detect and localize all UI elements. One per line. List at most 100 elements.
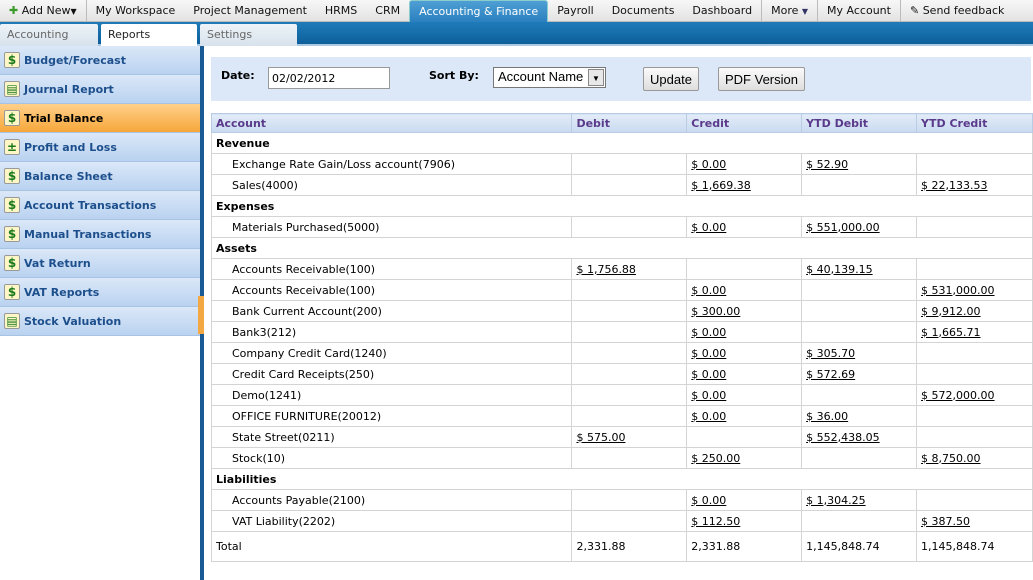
send-feedback-link[interactable]: ✎ Send feedback bbox=[899, 0, 1013, 22]
table-row: Exchange Rate Gain/Loss account(7906) $ 0… bbox=[210, 153, 1033, 175]
amount-link[interactable]: $ 0.00 bbox=[691, 494, 726, 507]
amount-link[interactable]: $ 112.50 bbox=[691, 515, 740, 528]
amount-cell: $ 551,000.00 bbox=[801, 216, 918, 238]
table-row: VAT Liability(2202) $ 112.50 $ 387.50 bbox=[210, 510, 1033, 532]
nav-payroll[interactable]: Payroll bbox=[548, 0, 603, 22]
amount-link[interactable]: $ 531,000.00 bbox=[921, 284, 994, 297]
amount-cell bbox=[571, 321, 688, 343]
amount-link[interactable]: $ 9,912.00 bbox=[921, 305, 980, 318]
nav-crm[interactable]: CRM bbox=[366, 0, 409, 22]
collapse-sidebar-handle[interactable] bbox=[198, 296, 204, 334]
amount-link[interactable]: $ 52.90 bbox=[806, 158, 848, 171]
amount-cell: $ 1,756.88 bbox=[571, 258, 688, 280]
table-row: Sales(4000) $ 1,669.38 $ 22,133.53 bbox=[210, 174, 1033, 196]
caret-down-icon: ▼ bbox=[70, 6, 77, 16]
amount-link[interactable]: $ 0.00 bbox=[691, 221, 726, 234]
amount-cell bbox=[801, 384, 918, 406]
sort-by-select[interactable]: Account Name ▼ bbox=[493, 67, 606, 88]
nav-accounting-finance[interactable]: Accounting & Finance bbox=[409, 0, 549, 22]
nav-project-management[interactable]: Project Management bbox=[184, 0, 316, 22]
amount-link[interactable]: $ 572.69 bbox=[806, 368, 855, 381]
amount-link[interactable]: $ 551,000.00 bbox=[806, 221, 879, 234]
tab-reports[interactable]: Reports bbox=[101, 24, 197, 46]
date-input[interactable] bbox=[268, 67, 390, 89]
amount-cell bbox=[916, 426, 1033, 448]
profit-loss-icon: ± bbox=[4, 139, 20, 155]
amount-link[interactable]: $ 0.00 bbox=[691, 389, 726, 402]
account-name: Company Credit Card(1240) bbox=[210, 342, 573, 364]
tab-accounting[interactable]: Accounting bbox=[0, 24, 98, 46]
sidebar-item-vat-return[interactable]: $ Vat Return bbox=[0, 249, 200, 278]
amount-cell: $ 0.00 bbox=[686, 216, 803, 238]
sidebar-item-manual-transactions[interactable]: $ Manual Transactions bbox=[0, 220, 200, 249]
amount-cell: $ 9,912.00 bbox=[916, 300, 1033, 322]
sidebar-item-label: Vat Return bbox=[24, 256, 91, 270]
amount-link[interactable]: $ 1,756.88 bbox=[576, 263, 635, 276]
sidebar-item-trial-balance[interactable]: $ Trial Balance bbox=[0, 104, 200, 133]
sidebar-item-profit-and-loss[interactable]: ± Profit and Loss bbox=[0, 133, 200, 162]
sidebar-item-budget-forecast[interactable]: $ Budget/Forecast bbox=[0, 46, 200, 75]
amount-link[interactable]: $ 1,669.38 bbox=[691, 179, 750, 192]
add-new-button[interactable]: ✚ Add New▼ bbox=[0, 0, 86, 22]
amount-cell: $ 0.00 bbox=[686, 279, 803, 301]
group-label: Assets bbox=[211, 237, 1033, 259]
amount-cell: $ 0.00 bbox=[686, 489, 803, 511]
amount-link[interactable]: $ 0.00 bbox=[691, 368, 726, 381]
column-header-account[interactable]: Account bbox=[210, 113, 573, 133]
nav-my-workspace[interactable]: My Workspace bbox=[85, 0, 185, 22]
update-button[interactable]: Update bbox=[643, 67, 699, 91]
amount-link[interactable]: $ 0.00 bbox=[691, 158, 726, 171]
amount-link[interactable]: $ 22,133.53 bbox=[921, 179, 987, 192]
amount-link[interactable]: $ 8,750.00 bbox=[921, 452, 980, 465]
nav-hrms[interactable]: HRMS bbox=[316, 0, 366, 22]
nav-documents[interactable]: Documents bbox=[603, 0, 684, 22]
column-header-ytd-debit[interactable]: YTD Debit bbox=[801, 113, 918, 133]
sidebar-item-stock-valuation[interactable]: ▤ Stock Valuation bbox=[0, 307, 200, 336]
nav-dashboard[interactable]: Dashboard bbox=[683, 0, 761, 22]
transactions-icon: $ bbox=[4, 197, 20, 213]
sidebar-item-balance-sheet[interactable]: $ Balance Sheet bbox=[0, 162, 200, 191]
table-row: Materials Purchased(5000) $ 0.00 $ 551,000… bbox=[210, 216, 1033, 238]
column-header-debit[interactable]: Debit bbox=[571, 113, 688, 133]
tab-settings[interactable]: Settings bbox=[200, 24, 297, 46]
caret-down-icon: ▼ bbox=[801, 6, 809, 16]
amount-cell: $ 387.50 bbox=[916, 510, 1033, 532]
sidebar-item-journal-report[interactable]: ▤ Journal Report bbox=[0, 75, 200, 104]
sidebar-item-label: Budget/Forecast bbox=[24, 53, 126, 67]
amount-link[interactable]: $ 0.00 bbox=[691, 410, 726, 423]
dropdown-arrow-icon: ▼ bbox=[588, 69, 604, 86]
amount-link[interactable]: $ 0.00 bbox=[691, 284, 726, 297]
table-row: Company Credit Card(1240) $ 0.00 $ 305.70 bbox=[210, 342, 1033, 364]
amount-link[interactable]: $ 250.00 bbox=[691, 452, 740, 465]
amount-cell: $ 250.00 bbox=[686, 447, 803, 469]
total-amount: 2,331.88 bbox=[571, 531, 688, 562]
amount-link[interactable]: $ 0.00 bbox=[691, 347, 726, 360]
amount-link[interactable]: $ 1,304.25 bbox=[806, 494, 865, 507]
amount-link[interactable]: $ 305.70 bbox=[806, 347, 855, 360]
amount-link[interactable]: $ 387.50 bbox=[921, 515, 970, 528]
column-header-credit[interactable]: Credit bbox=[686, 113, 803, 133]
amount-link[interactable]: $ 36.00 bbox=[806, 410, 848, 423]
column-header-ytd-credit[interactable]: YTD Credit bbox=[916, 113, 1033, 133]
sidebar-item-account-transactions[interactable]: $ Account Transactions bbox=[0, 191, 200, 220]
amount-link[interactable]: $ 572,000.00 bbox=[921, 389, 994, 402]
amount-link[interactable]: $ 1,665.71 bbox=[921, 326, 980, 339]
sidebar-item-vat-reports[interactable]: $ VAT Reports bbox=[0, 278, 200, 307]
transactions-icon: $ bbox=[4, 226, 20, 242]
account-name: Bank3(212) bbox=[210, 321, 573, 343]
amount-link[interactable]: $ 575.00 bbox=[576, 431, 625, 444]
amount-cell bbox=[801, 447, 918, 469]
amount-cell: $ 300.00 bbox=[686, 300, 803, 322]
more-menu[interactable]: More ▼ bbox=[761, 0, 817, 22]
amount-cell bbox=[686, 258, 803, 280]
sidebar-item-label: Balance Sheet bbox=[24, 169, 113, 183]
amount-link[interactable]: $ 0.00 bbox=[691, 326, 726, 339]
amount-link[interactable]: $ 552,438.05 bbox=[806, 431, 879, 444]
sidebar-item-label: VAT Reports bbox=[24, 285, 100, 299]
filter-bar: Date: Sort By: Account Name▼ Update PDF … bbox=[211, 57, 1031, 101]
sidebar-item-label: Account Transactions bbox=[24, 198, 157, 212]
amount-link[interactable]: $ 40,139.15 bbox=[806, 263, 872, 276]
amount-link[interactable]: $ 300.00 bbox=[691, 305, 740, 318]
my-account-link[interactable]: My Account bbox=[817, 0, 900, 22]
pdf-version-button[interactable]: PDF Version bbox=[718, 67, 805, 91]
